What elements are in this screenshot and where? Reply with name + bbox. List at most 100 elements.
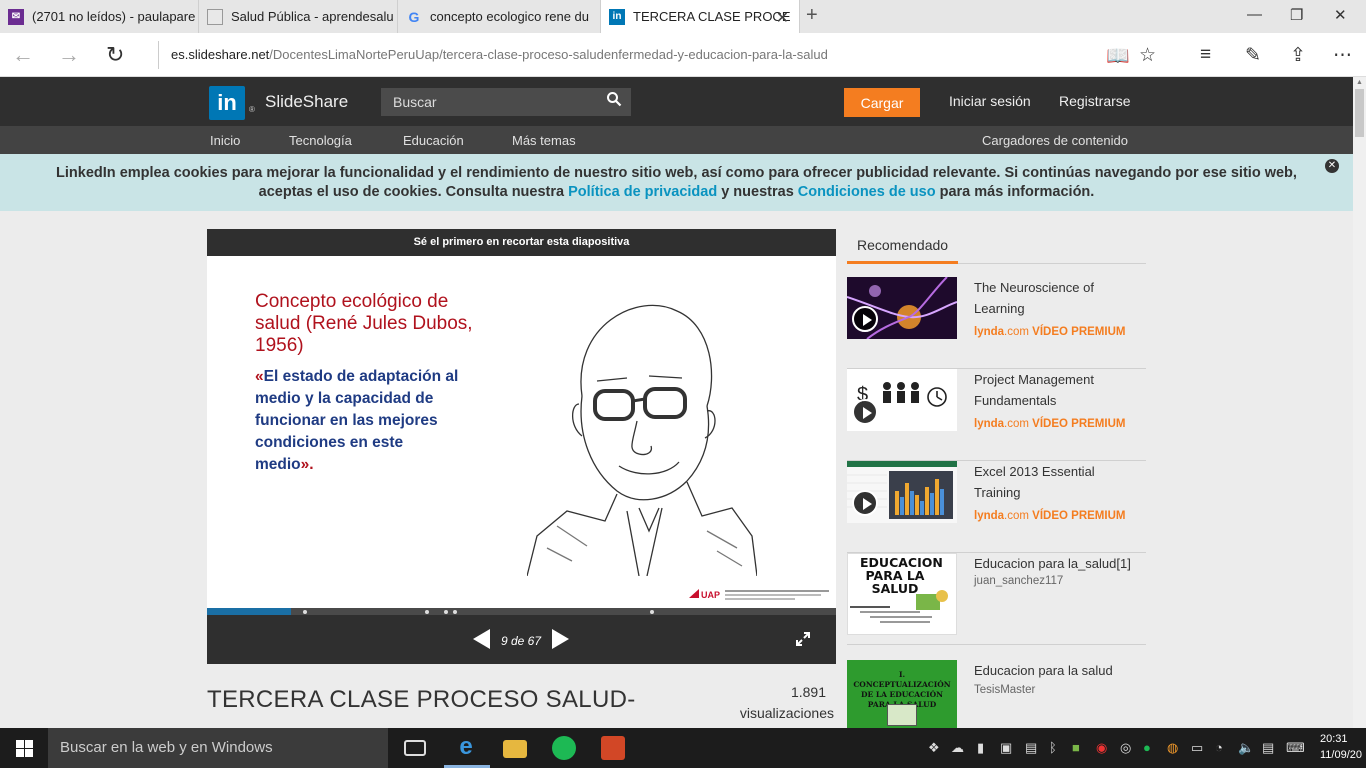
clip-banner[interactable]: Sé el primero en recortar esta diapositi… — [207, 229, 836, 256]
source-domain: .com — [1004, 418, 1029, 430]
close-window-icon[interactable]: ✕ — [1334, 6, 1347, 24]
restore-icon[interactable]: ❐ — [1290, 6, 1303, 24]
cookie-text: y nuestras — [721, 184, 794, 200]
recommended-title[interactable]: Educacion para la salud — [974, 660, 1139, 681]
nav-item-tecnologia[interactable]: Tecnología — [289, 133, 352, 148]
play-icon[interactable] — [852, 306, 878, 332]
upload-button[interactable]: Cargar — [844, 88, 920, 117]
powerpoint-icon[interactable] — [601, 736, 625, 760]
progress-marker[interactable] — [444, 610, 448, 614]
new-tab-icon[interactable]: + — [806, 4, 818, 27]
recommended-item[interactable]: EDUCACION PARA LA SALUD Educacion para l… — [847, 553, 1146, 645]
recommended-item[interactable]: The Neuroscience of Learning lynda.com V… — [847, 277, 1146, 369]
browser-tab-google[interactable]: G concepto ecologico rene du — [398, 0, 601, 33]
share-icon[interactable]: ⇪ — [1290, 44, 1306, 67]
next-slide-icon[interactable] — [552, 629, 569, 649]
nav-item-educacion[interactable]: Educación — [403, 133, 464, 148]
chrome-tray-icon[interactable]: ◎ — [1120, 740, 1131, 756]
cloud-icon[interactable]: ☁ — [951, 740, 964, 756]
login-link[interactable]: Iniciar sesión — [949, 93, 1031, 109]
recommended-item[interactable]: Excel 2013 Essential Training lynda.com … — [847, 461, 1146, 553]
scrollbar-thumb[interactable] — [1355, 89, 1364, 137]
recommended-title[interactable]: Educacion para la_salud[1] — [974, 553, 1139, 574]
back-icon[interactable]: ← — [12, 42, 34, 68]
close-cookie-icon[interactable]: ✕ — [1325, 159, 1339, 173]
update-icon[interactable]: ◍ — [1167, 740, 1178, 756]
video-thumbnail[interactable] — [847, 277, 957, 339]
browser-tab-mail[interactable]: ✉ (2701 no leídos) - paulapare — [0, 0, 199, 33]
bluetooth-icon[interactable]: ᛒ — [1049, 740, 1057, 755]
forward-icon[interactable]: → — [58, 42, 80, 68]
progress-marker[interactable] — [650, 610, 654, 614]
slide-thumbnail[interactable]: I. CONCEPTUALIZACIÓN DE LA EDUCACIÓN PAR… — [847, 660, 957, 728]
display-icon[interactable]: ▣ — [1000, 740, 1012, 756]
recommended-author[interactable]: juan_sanchez117 — [974, 575, 1063, 587]
recommended-title[interactable]: Excel 2013 Essential Training — [974, 461, 1139, 503]
more-icon[interactable]: ⋯ — [1333, 44, 1352, 67]
slideshare-logo-text[interactable]: SlideShare — [265, 92, 348, 112]
browser-tab-salud[interactable]: Salud Pública - aprendesalu — [199, 0, 398, 33]
nav-item-uploaders[interactable]: Cargadores de contenido — [982, 133, 1128, 148]
favorite-star-icon[interactable]: ☆ — [1139, 44, 1156, 67]
notifications-icon[interactable]: ▤ — [1262, 740, 1274, 756]
edge-icon[interactable]: e — [454, 735, 478, 760]
scroll-up-icon[interactable]: ▲ — [1356, 79, 1363, 86]
recommended-tab[interactable]: Recomendado — [857, 237, 948, 253]
play-icon[interactable] — [852, 399, 878, 425]
play-icon[interactable] — [852, 490, 878, 516]
recommended-source: lynda.com VÍDEO PREMIUM — [974, 418, 1125, 430]
views-label: visualizaciones — [739, 705, 834, 721]
url-field[interactable]: es.slideshare.net/DocentesLimaNortePeruU… — [158, 41, 1098, 69]
progress-marker[interactable] — [425, 610, 429, 614]
slide-thumbnail[interactable]: EDUCACION PARA LA SALUD — [847, 553, 957, 635]
volume-icon[interactable]: 🔈 — [1238, 740, 1254, 756]
slide-viewport[interactable]: Concepto ecológico de salud (René Jules … — [207, 256, 836, 608]
system-clock[interactable]: 20:31 11/09/20 — [1320, 731, 1366, 763]
views-count: 1.891 — [790, 684, 826, 700]
windows-start-icon[interactable] — [16, 740, 33, 757]
register-link[interactable]: Registrarse — [1059, 93, 1131, 109]
progress-marker[interactable] — [453, 610, 457, 614]
browser-tab-slideshare[interactable]: in TERCERA CLASE PROCE ✕ — [601, 0, 800, 33]
nav-item-mas-temas[interactable]: Más temas — [512, 133, 576, 148]
hub-icon[interactable]: ≡ — [1200, 44, 1211, 66]
progress-marker[interactable] — [303, 610, 307, 614]
slide-body: «El estado de adaptación al medio y la c… — [255, 366, 465, 476]
wifi-icon[interactable]: ◔ — [1215, 740, 1223, 755]
search-icon[interactable] — [606, 91, 622, 107]
usb-icon[interactable]: ▮ — [977, 740, 984, 756]
task-view-icon[interactable] — [404, 740, 426, 756]
web-note-icon[interactable]: ✎ — [1245, 44, 1261, 67]
minimize-icon[interactable]: — — [1247, 6, 1262, 23]
recommended-item[interactable]: $ Project Management Fundamentals lynda.… — [847, 369, 1146, 461]
close-tab-icon[interactable]: ✕ — [776, 8, 789, 28]
cookie-text: aceptas el uso de cookies. Consulta nues… — [258, 184, 565, 200]
antivirus-icon[interactable]: ◉ — [1096, 740, 1107, 756]
taskbar-search[interactable]: Buscar en la web y en Windows — [48, 728, 388, 768]
network-drive-icon[interactable]: ▤ — [1025, 740, 1037, 756]
power-icon[interactable]: ▭ — [1191, 740, 1203, 756]
previous-slide-icon[interactable] — [473, 629, 490, 649]
file-explorer-icon[interactable] — [503, 740, 527, 758]
refresh-icon[interactable]: ↻ — [106, 42, 124, 68]
terms-of-use-link[interactable]: Condiciones de uso — [798, 184, 936, 200]
video-thumbnail[interactable]: $ — [847, 369, 957, 431]
recommended-title[interactable]: The Neuroscience of Learning — [974, 277, 1139, 319]
page-scrollbar[interactable]: ▲ — [1353, 77, 1366, 728]
keyboard-icon[interactable]: ⌨ — [1286, 740, 1305, 756]
spotify-tray-icon[interactable]: ● — [1143, 740, 1151, 755]
slide-progress-bar[interactable] — [207, 608, 836, 615]
video-thumbnail[interactable] — [847, 461, 957, 523]
reading-view-icon[interactable]: 📖 — [1106, 44, 1130, 68]
windows-taskbar: Buscar en la web y en Windows e ❖ ☁ ▮ ▣ … — [0, 728, 1366, 768]
search-input[interactable] — [381, 88, 631, 116]
nav-item-inicio[interactable]: Inicio — [210, 133, 240, 148]
dropbox-icon[interactable]: ❖ — [928, 740, 940, 756]
linkedin-logo[interactable]: in — [209, 86, 245, 120]
nvidia-icon[interactable]: ■ — [1072, 740, 1080, 755]
spotify-icon[interactable] — [552, 736, 576, 760]
recommended-author[interactable]: TesisMaster — [974, 684, 1035, 696]
privacy-policy-link[interactable]: Política de privacidad — [568, 184, 717, 200]
fullscreen-icon[interactable] — [795, 631, 811, 647]
recommended-title[interactable]: Project Management Fundamentals — [974, 369, 1139, 411]
